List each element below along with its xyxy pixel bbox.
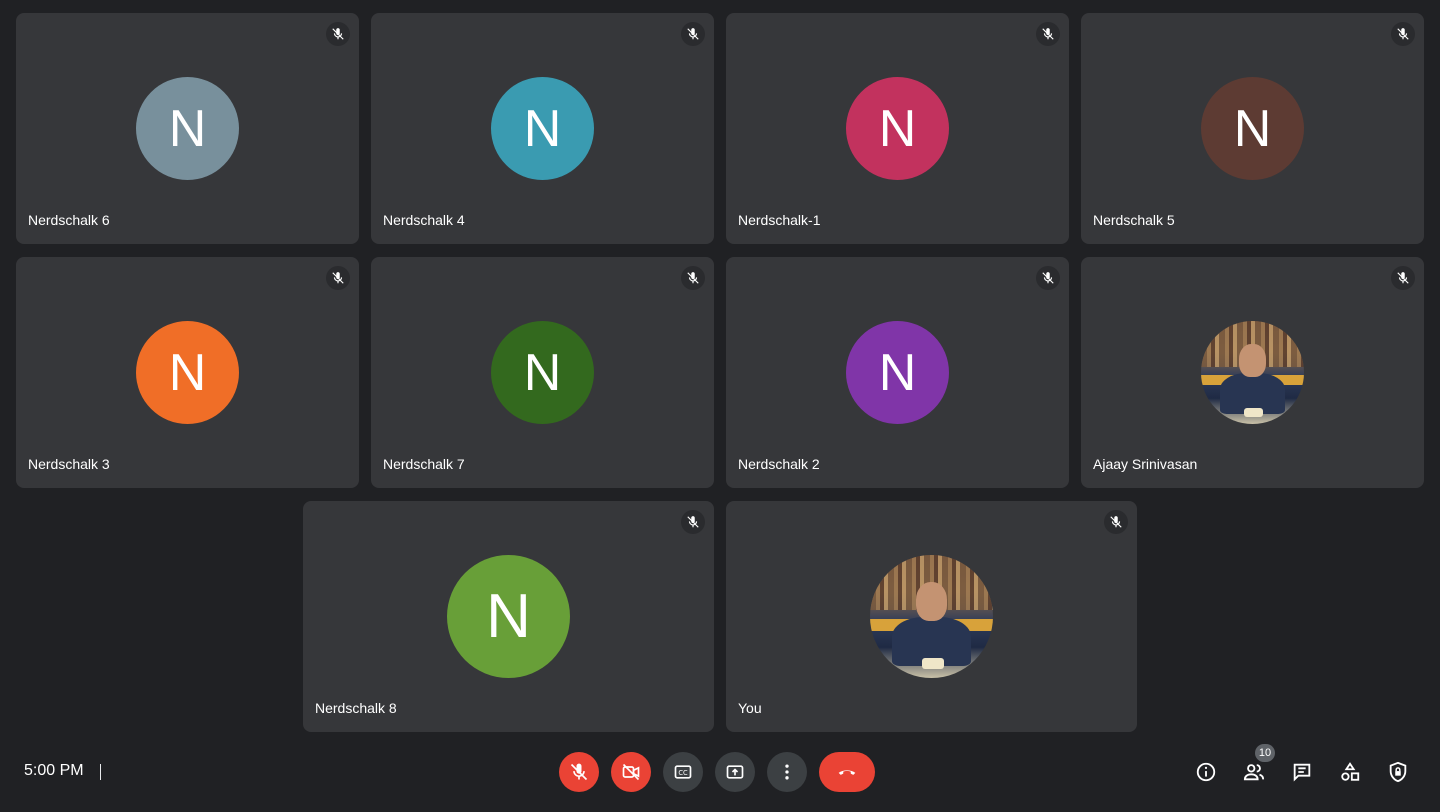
host-controls-button[interactable] (1386, 760, 1410, 784)
participant-name: Nerdschalk-1 (738, 212, 821, 228)
camera-off-icon (622, 763, 640, 781)
participant-tile[interactable]: N Nerdschalk-1 (726, 13, 1069, 244)
mic-off-icon (1391, 22, 1415, 46)
chat-icon (1293, 763, 1311, 782)
participant-name: Nerdschalk 8 (315, 700, 397, 716)
participant-tile[interactable]: N Nerdschalk 8 (303, 501, 714, 732)
participant-tile[interactable]: N Nerdschalk 5 (1081, 13, 1424, 244)
captions-button[interactable]: CC (663, 752, 703, 792)
avatar: N (846, 77, 949, 180)
participant-tile[interactable]: N Nerdschalk 2 (726, 257, 1069, 488)
participant-tile[interactable]: Ajaay Srinivasan (1081, 257, 1424, 488)
more-vert-icon (785, 764, 789, 780)
leave-call-button[interactable] (819, 752, 875, 792)
people-icon (1243, 764, 1265, 781)
avatar: N (136, 321, 239, 424)
participant-name: Nerdschalk 4 (383, 212, 465, 228)
mic-off-icon (1036, 22, 1060, 46)
participant-name: Nerdschalk 2 (738, 456, 820, 472)
participant-tile[interactable]: N Nerdschalk 7 (371, 257, 714, 488)
avatar-photo (870, 555, 993, 678)
mic-off-icon (1391, 266, 1415, 290)
photo-face (1239, 343, 1266, 377)
svg-text:CC: CC (678, 769, 688, 777)
avatar: N (447, 555, 570, 678)
camera-toggle-button[interactable] (611, 752, 651, 792)
avatar: N (491, 321, 594, 424)
mic-off-icon (570, 763, 588, 781)
participant-name: Nerdschalk 3 (28, 456, 110, 472)
avatar: N (846, 321, 949, 424)
avatar: N (491, 77, 594, 180)
people-button[interactable] (1242, 760, 1266, 784)
meeting-time: 5:00 PM (24, 762, 84, 779)
participant-tile[interactable]: N Nerdschalk 4 (371, 13, 714, 244)
meeting-details-button[interactable] (1194, 760, 1218, 784)
mic-off-icon (681, 266, 705, 290)
info-icon (1196, 762, 1216, 782)
participant-tile[interactable]: N Nerdschalk 3 (16, 257, 359, 488)
photo-cup (1244, 407, 1263, 417)
activities-shapes-icon (1341, 762, 1360, 781)
participant-name: Ajaay Srinivasan (1093, 456, 1198, 472)
avatar: N (1201, 77, 1304, 180)
mic-off-icon (326, 266, 350, 290)
mic-toggle-button[interactable] (559, 752, 599, 792)
call-end-icon (838, 770, 856, 775)
photo-cup (921, 658, 944, 670)
photo-face (915, 582, 948, 622)
participant-name: Nerdschalk 5 (1093, 212, 1175, 228)
present-screen-icon (726, 765, 744, 779)
chat-button[interactable] (1290, 760, 1314, 784)
avatar-photo (1201, 321, 1304, 424)
closed-captions-icon: CC (674, 765, 692, 779)
shield-lock-icon (1389, 761, 1407, 783)
activities-button[interactable] (1338, 760, 1362, 784)
participant-tile[interactable]: N Nerdschalk 6 (16, 13, 359, 244)
mic-off-icon (326, 22, 350, 46)
mic-off-icon (1104, 510, 1128, 534)
mic-off-icon (1036, 266, 1060, 290)
mic-off-icon (681, 510, 705, 534)
bottom-bar: 5:00 PM CC (0, 748, 1440, 796)
divider (100, 764, 101, 780)
participant-name: You (738, 700, 762, 716)
participant-count-badge: 10 (1255, 744, 1275, 762)
present-button[interactable] (715, 752, 755, 792)
participant-tile-self[interactable]: You (726, 501, 1137, 732)
participant-name: Nerdschalk 6 (28, 212, 110, 228)
participant-name: Nerdschalk 7 (383, 456, 465, 472)
mic-off-icon (681, 22, 705, 46)
avatar: N (136, 77, 239, 180)
more-options-button[interactable] (767, 752, 807, 792)
